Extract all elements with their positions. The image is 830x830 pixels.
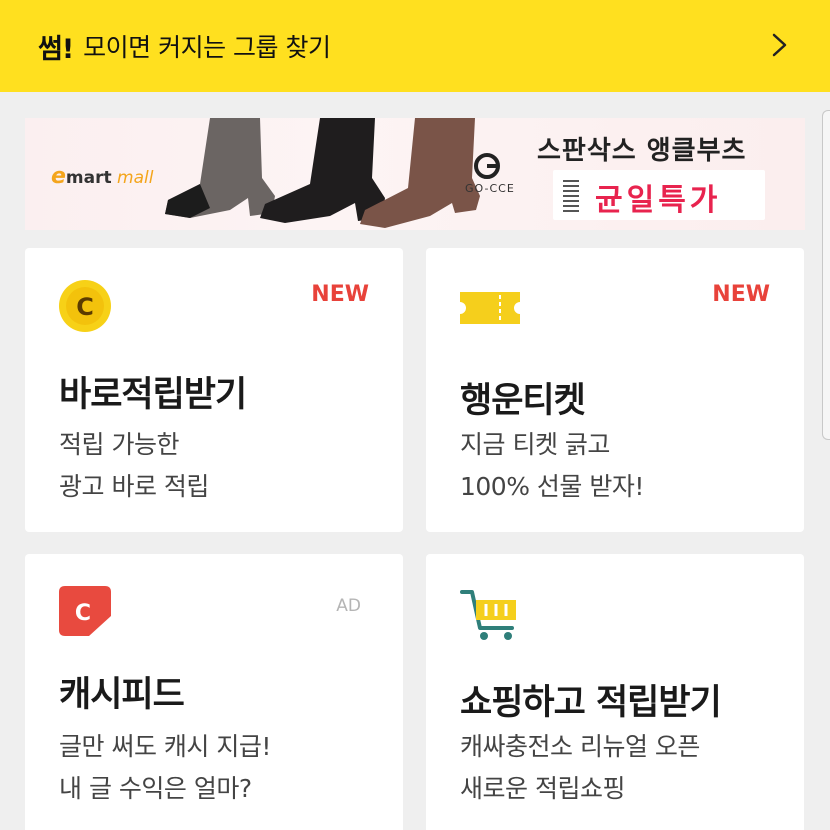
sale-label: 균일특가 xyxy=(595,183,722,218)
shopping-cart-icon xyxy=(460,590,516,640)
card-title: 쇼핑하고 적립받기 xyxy=(460,683,722,723)
card-description: 지금 티켓 긁고 100% 선물 받자! xyxy=(460,430,644,501)
coin-c-icon: C xyxy=(59,280,111,332)
card-lucky-ticket[interactable]: NEW 행운티켓 지금 티켓 긁고 100% 선물 받자! xyxy=(426,248,804,532)
emart-mall-logo: emart mall xyxy=(51,164,154,189)
card-title: 바로적립받기 xyxy=(59,375,247,415)
card-description: 캐싸충전소 리뉴얼 오픈 새로운 적립쇼핑 xyxy=(460,732,700,803)
card-description: 적립 가능한 광고 바로 적립 xyxy=(59,430,209,501)
card-title: 행운티켓 xyxy=(460,381,586,421)
ssum-logo: 썸! xyxy=(38,33,74,65)
new-badge: NEW xyxy=(311,282,369,307)
ticket-icon xyxy=(460,292,520,324)
new-badge: NEW xyxy=(712,282,770,307)
banner-headline: 스판삭스 앵클부츠 xyxy=(537,136,747,166)
svg-text:C: C xyxy=(76,293,94,321)
chevron-right-icon[interactable] xyxy=(766,30,792,60)
ankle-boots-image xyxy=(165,118,480,228)
scrollbar[interactable] xyxy=(822,110,830,440)
svg-text:C: C xyxy=(75,601,91,626)
brand-name: GO-CCE xyxy=(465,182,515,195)
cashfeed-icon: C xyxy=(59,586,111,636)
card-instant-reward[interactable]: C NEW 바로적립받기 적립 가능한 광고 바로 적립 xyxy=(25,248,403,532)
promo-banner[interactable]: emart mall GO-CCE 스판삭스 앵클부츠 균일특가 xyxy=(25,118,805,230)
barcode-icon xyxy=(563,178,579,212)
ad-badge: AD xyxy=(336,596,361,616)
group-finder-title: 모이면 커지는 그룹 찾기 xyxy=(83,33,331,62)
card-shopping-reward[interactable]: 쇼핑하고 적립받기 캐싸충전소 리뉴얼 오픈 새로운 적립쇼핑 xyxy=(426,554,804,830)
card-title: 캐시피드 xyxy=(59,675,185,715)
card-description: 글만 써도 캐시 지급! 내 글 수익은 얼마? xyxy=(59,732,271,803)
card-cashfeed[interactable]: C AD 캐시피드 글만 써도 캐시 지급! 내 글 수익은 얼마? xyxy=(25,554,403,830)
sale-tag: 균일특가 xyxy=(553,170,765,220)
group-finder-bar[interactable]: 썸! 모이면 커지는 그룹 찾기 xyxy=(0,0,830,92)
gocce-brand-logo xyxy=(474,153,500,179)
